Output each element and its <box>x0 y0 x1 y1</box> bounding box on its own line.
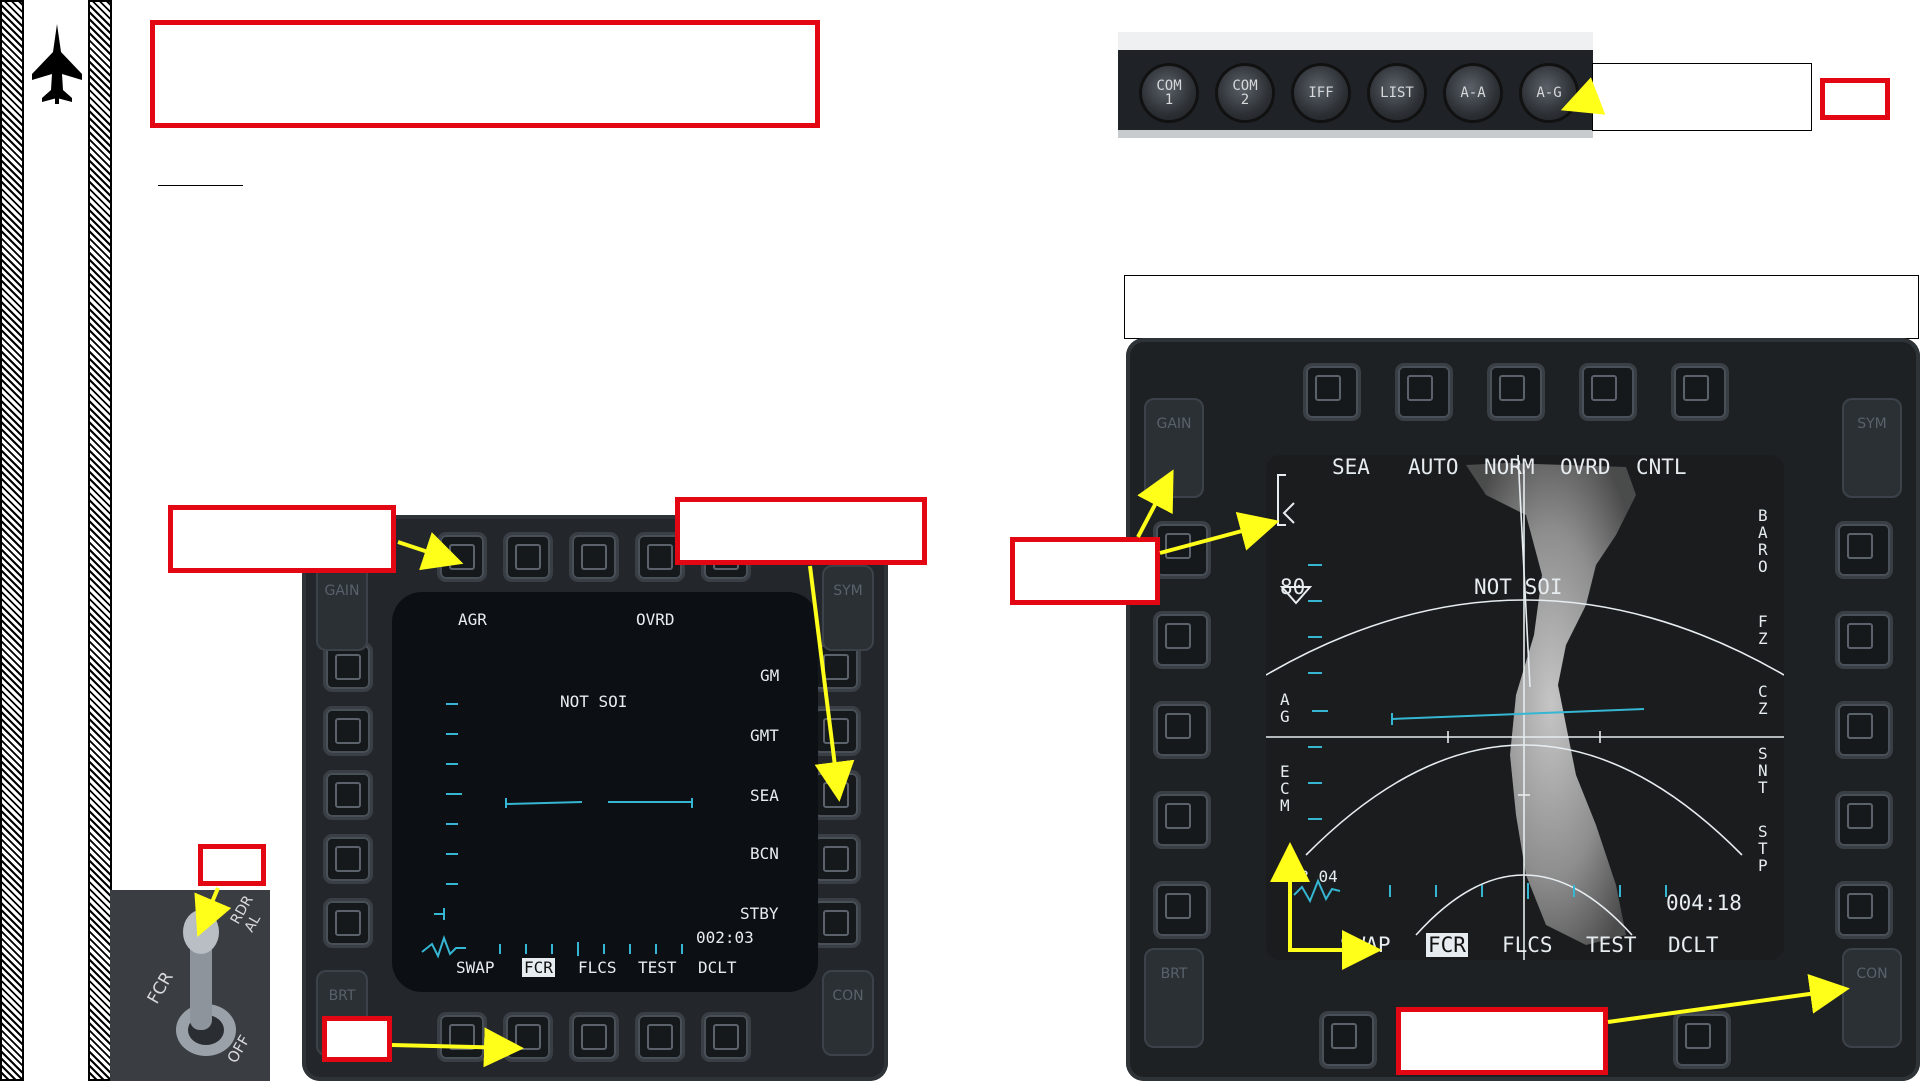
left-mfd-osb-13[interactable] <box>572 1015 616 1059</box>
comm-callout-text-box <box>1592 63 1812 131</box>
right-mfd-bearing: 028 04 <box>1280 867 1338 886</box>
right-mfd-brt-rocker[interactable]: BRT <box>1144 948 1204 1048</box>
left-mfd-con-rocker[interactable]: CON <box>822 970 874 1056</box>
left-mfd-osb-9[interactable] <box>814 837 858 881</box>
com1-button[interactable]: COM 1 <box>1142 66 1196 120</box>
sidebar-hatch-left <box>0 0 24 1081</box>
right-mfd-radar-map <box>1266 455 1784 960</box>
left-mfd-osb-7[interactable] <box>814 709 858 753</box>
right-mfd-cntl-label: CNTL <box>1636 455 1687 479</box>
sidebar-hatch-right <box>88 0 112 1081</box>
right-mfd-range: 80 <box>1280 575 1306 599</box>
right-header-box <box>1124 275 1919 339</box>
left-mfd-osb-19[interactable] <box>326 709 370 753</box>
right-mfd-osb-15[interactable] <box>1322 1014 1374 1066</box>
left-mfd-osb-2[interactable] <box>506 535 550 579</box>
right-mfd-auto-label: AUTO <box>1408 455 1459 479</box>
left-mfd-osb-1[interactable] <box>440 535 484 579</box>
left-mfd-osb1-callout <box>168 505 396 573</box>
right-mfd-fcr: FCR <box>1426 933 1468 957</box>
right-mfd-cz-label: C Z <box>1758 682 1768 718</box>
left-mfd-osb-20[interactable] <box>326 645 370 689</box>
right-mfd-dclt: DCLT <box>1668 933 1719 957</box>
right-mfd-osb-4[interactable] <box>1582 366 1634 418</box>
left-mfd-fcr-osb-callout <box>322 1016 392 1062</box>
left-mfd-osb-15[interactable] <box>440 1015 484 1059</box>
right-mfd-osb-16[interactable] <box>1156 884 1208 936</box>
right-mfd-gain-rocker[interactable]: GAIN <box>1144 398 1204 498</box>
right-mfd-osb-6[interactable] <box>1838 524 1890 576</box>
left-mfd-osb-8[interactable] <box>814 773 858 817</box>
right-mfd-osb-2[interactable] <box>1398 366 1450 418</box>
right-mfd-screen: SEA AUTO NORM OVRD CNTL NOT SOI 80 A G E… <box>1266 455 1784 960</box>
right-mfd-osb-7[interactable] <box>1838 614 1890 666</box>
left-mfd-screen: AGR OVRD NOT SOI GM GMT SEA BCN STBY 002… <box>392 592 818 992</box>
right-mfd-osb-19[interactable] <box>1156 614 1208 666</box>
right-mfd-baro-label: B A R O <box>1758 506 1768 576</box>
left-mfd-sea-callout <box>675 497 927 565</box>
left-mfd-osb-11[interactable] <box>704 1015 748 1059</box>
right-mfd-osb-10[interactable] <box>1838 884 1890 936</box>
right-mfd-snt-label: S N T <box>1758 744 1768 797</box>
a-a-button[interactable]: A-A <box>1446 66 1500 120</box>
right-mfd-ovrd-label: OVRD <box>1560 455 1611 479</box>
right-mfd-flcs: FLCS <box>1502 933 1553 957</box>
right-mfd-osb-9[interactable] <box>1838 794 1890 846</box>
right-mfd-ag-label: A G <box>1280 690 1290 726</box>
right-mfd-fz-label: F Z <box>1758 612 1768 648</box>
sidebar <box>24 0 88 1081</box>
fcr-switch-callout <box>198 844 266 886</box>
comm-callout-red <box>1820 78 1890 120</box>
right-mfd-sea-label: SEA <box>1332 455 1370 479</box>
right-mfd-osb-8[interactable] <box>1838 704 1890 756</box>
right-mfd-con-callout <box>1396 1007 1608 1075</box>
title-callout <box>150 20 820 128</box>
left-mfd-sym-rocker[interactable]: SYM <box>822 565 874 651</box>
iff-button[interactable]: IFF <box>1294 66 1348 120</box>
fcr-switch-photo: FCR OFF RDR AL <box>110 890 270 1081</box>
right-mfd-timer: 004:18 <box>1666 891 1742 915</box>
underline-rule <box>158 185 243 186</box>
right-mfd-osb-20[interactable] <box>1156 524 1208 576</box>
list-button[interactable]: LIST <box>1370 66 1424 120</box>
com2-button[interactable]: COM 2 <box>1218 66 1272 120</box>
right-mfd-gain-callout <box>1010 537 1160 605</box>
left-mfd-radar-graphics <box>421 703 693 959</box>
comm-panel: COM 1 COM 2 IFF LIST A-A A-G <box>1118 32 1593 138</box>
right-mfd-con-rocker[interactable]: CON <box>1842 948 1902 1048</box>
left-mfd-osb-6[interactable] <box>814 645 858 689</box>
right-mfd-osb-1[interactable] <box>1306 366 1358 418</box>
right-mfd-osb-5[interactable] <box>1674 366 1726 418</box>
left-mfd-osb-12[interactable] <box>638 1015 682 1059</box>
jet-logo-icon <box>32 24 82 104</box>
right-mfd-osb-11[interactable] <box>1676 1014 1728 1066</box>
left-mfd-gain-rocker[interactable]: GAIN <box>316 565 368 651</box>
a-g-button[interactable]: A-G <box>1522 66 1576 120</box>
left-mfd-osb-17[interactable] <box>326 837 370 881</box>
left-mfd-osb-3[interactable] <box>572 535 616 579</box>
right-mfd-osb-18[interactable] <box>1156 704 1208 756</box>
right-mfd-stp-label: S T P <box>1758 822 1768 875</box>
right-mfd-osb-17[interactable] <box>1156 794 1208 846</box>
right-mfd-sym-rocker[interactable]: SYM <box>1842 398 1902 498</box>
left-mfd-osb-18[interactable] <box>326 773 370 817</box>
left-mfd-osb-10[interactable] <box>814 901 858 945</box>
right-mfd-status: NOT SOI <box>1474 575 1563 599</box>
right-mfd-norm-label: NORM <box>1484 455 1535 479</box>
right-mfd-swap: SWAP <box>1340 933 1391 957</box>
left-mfd-osb-14[interactable] <box>506 1015 550 1059</box>
right-mfd-osb-3[interactable] <box>1490 366 1542 418</box>
right-mfd-ecm-label: E C M <box>1280 762 1290 815</box>
right-mfd-test: TEST <box>1586 933 1637 957</box>
left-mfd-osb-16[interactable] <box>326 901 370 945</box>
